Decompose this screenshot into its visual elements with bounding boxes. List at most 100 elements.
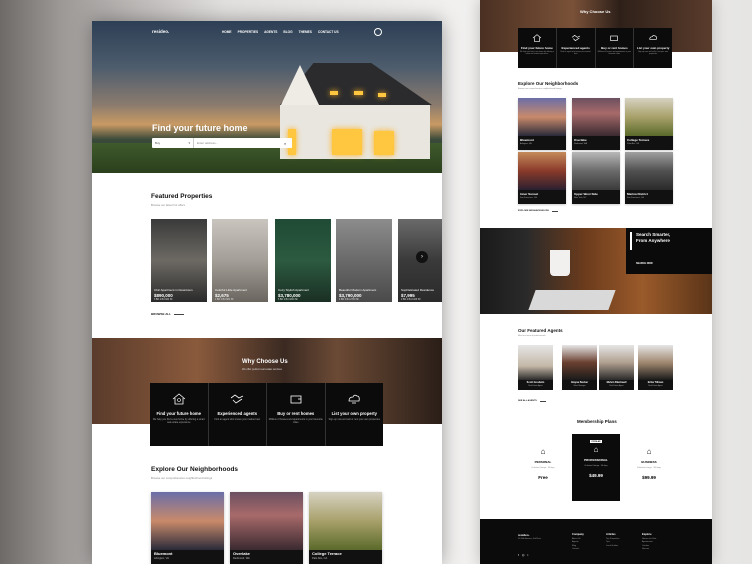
neighborhood-card[interactable]: Overlake Redmond, WA [572, 98, 620, 150]
facebook-icon[interactable]: f [518, 553, 519, 557]
neighborhood-image [572, 152, 620, 190]
laptop [528, 290, 616, 310]
footer-link[interactable]: Local Guides [606, 545, 619, 547]
house-window [354, 91, 363, 95]
agent-name: Erika Tillman [647, 381, 664, 384]
nav-link-themes[interactable]: THEMES [299, 30, 312, 34]
property-price: $890,000 [154, 293, 173, 298]
neighborhood-card[interactable]: Inner Sunset San Francisco, CA [518, 152, 566, 204]
why-item-desc: Find an agent who knows your market best [560, 51, 591, 55]
plan-name: PERSONAL [534, 460, 552, 464]
property-meta: 4 BD 3 BA 2700 SF [339, 299, 359, 301]
arrow-line-icon [539, 400, 546, 402]
promo-title-line2: From Anywhere [636, 238, 670, 243]
neighborhood-image [625, 152, 673, 190]
why-item-title: Buy or rent homes [277, 411, 315, 416]
why-item-desc: Millions of houses and apartments in you… [268, 418, 323, 424]
footer-link[interactable]: Agents [572, 541, 584, 543]
footer-link[interactable]: Blog [572, 545, 584, 547]
why-subtitle: We offer perfect real estate services [242, 368, 282, 371]
why-item-title: Experienced agents [561, 46, 590, 50]
plan-card-business[interactable]: ⌂ BUSINESS Unlimited Listings · 365 days… [626, 441, 672, 503]
browse-all-properties-link[interactable]: BROWSE ALL [151, 312, 185, 316]
footer-link[interactable]: About Us [572, 538, 584, 540]
agent-role: Real Estate Agent [609, 385, 624, 387]
search-promo-card: Search Smarter, From Anywhere SEARCH NOW [626, 228, 712, 274]
agent-name: Melvin Blackwell [606, 381, 627, 384]
arrow-line-icon [551, 210, 558, 212]
plan-price: Free [538, 475, 548, 480]
neighborhood-location: Arlington, VA [154, 557, 169, 560]
carousel-next-arrow-icon[interactable]: › [416, 251, 428, 263]
coffee-mug [550, 250, 570, 276]
property-card[interactable]: Chic Apartment in Downtown $890,000 3 BD… [151, 219, 207, 302]
neighborhood-card[interactable]: Upper West Side New York, NY [572, 152, 620, 204]
footer-link[interactable]: Apartments [642, 541, 656, 543]
neighborhood-card[interactable]: Bluemont Arlington, VA [518, 98, 566, 150]
why-item: Find your future home We help you find a… [150, 383, 209, 446]
neighborhood-card[interactable]: Overlake Redmond, WA [230, 492, 303, 564]
nav-link-agents[interactable]: AGENTS [264, 30, 277, 34]
browse-all-label: BROWSE ALL [151, 312, 172, 316]
site-logo[interactable]: resideo. [152, 29, 169, 34]
agent-card[interactable]: Erika Tillman Real Estate Agent [638, 345, 673, 390]
neighborhood-image [151, 492, 224, 550]
agent-card[interactable]: Melvin Blackwell Real Estate Agent [599, 345, 634, 390]
why-item-desc: We help you find a new home by offering … [519, 51, 554, 55]
see-all-agents-link[interactable]: SEE ALL AGENTS [518, 400, 546, 402]
property-price: $3,780,000 [278, 293, 301, 298]
neighborhood-name: Marina District [627, 192, 648, 196]
search-now-button[interactable]: SEARCH NOW [636, 262, 653, 265]
footer-link[interactable]: Houses [642, 548, 656, 550]
neighborhood-card[interactable]: College Terrace Palo Alto, CA [309, 492, 382, 564]
nav-link-home[interactable]: HOME [222, 30, 232, 34]
agent-card[interactable]: Scott Goodwin Real Estate Agent [518, 345, 553, 390]
agent-photo [638, 345, 673, 380]
why-item: Experienced agents Find an agent who kno… [557, 28, 596, 68]
house-window [330, 91, 338, 95]
why-item-desc: Sign up now and sell or rent your own pr… [328, 418, 380, 421]
footer-col-heading: Company [572, 533, 584, 536]
nav-link-properties[interactable]: PROPERTIES [238, 30, 259, 34]
neighborhood-card[interactable]: Bluemont Arlington, VA [151, 492, 224, 564]
twitter-icon[interactable]: t [527, 553, 528, 557]
plan-card-professional[interactable]: POPULAR ⌂ PROFESSIONAL Unlimited Listing… [572, 434, 620, 501]
plan-desc: Unlimited Listings · 90 days [584, 465, 608, 467]
footer-link[interactable]: Tips [606, 541, 619, 543]
agent-card[interactable]: Alayna Becker Sales Manager [562, 345, 597, 390]
search-icon[interactable]: ⌕ [284, 141, 292, 146]
footer-col-heading: Explore [642, 533, 652, 536]
user-icon[interactable] [374, 28, 382, 36]
listing-type-select[interactable]: Buy ▾ [152, 138, 194, 148]
property-card[interactable]: Cozy Stylish Apartment $3,780,000 5 BD 4… [275, 219, 331, 302]
why-features-panel: Find your future home We help you find a… [150, 383, 383, 446]
neighborhood-card[interactable]: Marina District San Francisco, CA [625, 152, 673, 204]
plan-card-personal[interactable]: ⌂ PERSONAL Unlimited Listings · 30 days … [520, 441, 566, 503]
property-card[interactable]: Beautiful Modern Apartment $3,790,000 4 … [336, 219, 392, 302]
neighborhoods-subtitle: Browse our comprehensive neighborhood li… [151, 476, 213, 480]
neighborhood-card[interactable]: College Terrace Palo Alto, CA [625, 98, 673, 150]
why-item-title: Find your future home [520, 46, 553, 50]
nav-link-blog[interactable]: BLOG [283, 30, 292, 34]
footer-link[interactable]: Top Properties [606, 538, 619, 540]
property-name: Chic Apartment in Downtown [154, 288, 193, 292]
house-window [332, 129, 362, 155]
address-search-input[interactable]: Enter address... [194, 141, 284, 145]
featured-subtitle: Browse our latest hot offers [151, 203, 185, 207]
see-all-agents-label: SEE ALL AGENTS [518, 400, 537, 402]
footer-link[interactable]: Contact [572, 548, 584, 550]
property-name: Sophisticated Residence [401, 288, 435, 292]
explore-neighborhoods-link[interactable]: EXPLORE NEIGHBORHOODS [518, 210, 558, 212]
property-card[interactable]: Colorful Little Apartment $2,675 1 BD 1 … [212, 219, 268, 302]
footer-link[interactable]: Condos [642, 545, 656, 547]
neighborhood-image [518, 152, 566, 190]
instagram-icon[interactable]: ◎ [522, 553, 525, 557]
property-card[interactable]: Sophisticated Residence $7,995 2 BD 2 BA… [398, 219, 442, 302]
featured-title: Featured Properties [151, 193, 213, 200]
property-meta: 1 BD 1 BA 500 SF [215, 299, 234, 301]
footer-logo[interactable]: resideo. [518, 533, 530, 537]
plan-desc: Unlimited Listings · 30 days [531, 467, 555, 469]
footer-link[interactable]: Homes for Sale [642, 538, 656, 540]
nav-link-contact[interactable]: CONTACT US [318, 30, 339, 34]
agent-role: Real Estate Agent [648, 385, 663, 387]
